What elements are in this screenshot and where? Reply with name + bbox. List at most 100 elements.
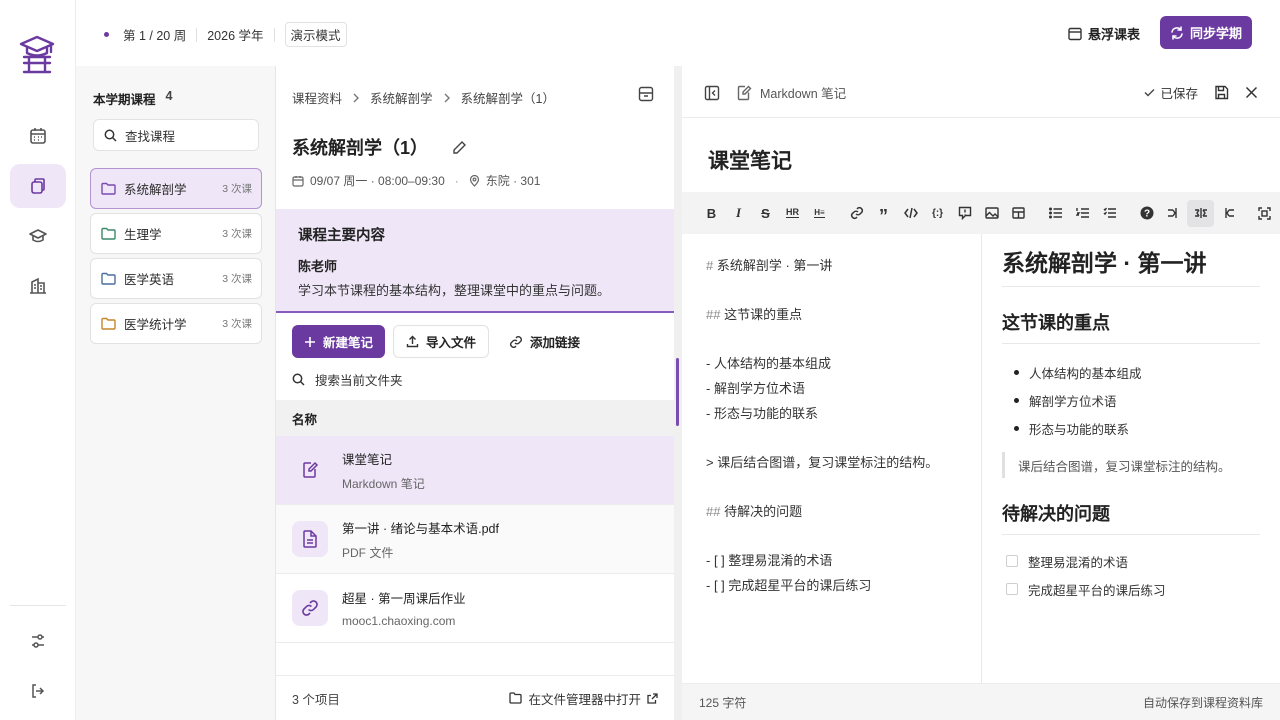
preview-only-view-icon[interactable] bbox=[1214, 200, 1241, 227]
logout-button[interactable] bbox=[10, 669, 66, 713]
document-icon bbox=[292, 521, 328, 557]
file-type: PDF 文件 bbox=[342, 545, 394, 560]
course-item-physiology[interactable]: 生理学 3 次课 bbox=[90, 213, 262, 254]
bold-icon[interactable]: B bbox=[698, 200, 725, 227]
note-title[interactable]: 课堂笔记 bbox=[708, 145, 792, 175]
list-item-text: 解剖学方位术语 bbox=[1029, 394, 1117, 409]
files-nav-button[interactable] bbox=[10, 164, 66, 208]
table-icon[interactable] bbox=[1005, 200, 1032, 227]
open-in-file-manager-link[interactable]: 在文件管理器中打开 bbox=[509, 689, 658, 708]
character-count: 125 字符 bbox=[699, 695, 747, 710]
calendar-nav-button[interactable] bbox=[10, 114, 66, 158]
collapse-sidebar-icon[interactable] bbox=[704, 85, 720, 101]
file-name: 超星 · 第一周课后作业 bbox=[342, 592, 466, 606]
link-icon[interactable] bbox=[843, 200, 870, 227]
task-text: 完成超星平台的课后练习 bbox=[1028, 583, 1166, 598]
building-nav-button[interactable] bbox=[10, 264, 66, 308]
course-sessions: 3 次课 bbox=[222, 318, 252, 330]
files-panel: 课程资料 系统解剖学 系统解剖学（1） 系统解剖学（1） 09/07 周一 · … bbox=[276, 66, 674, 720]
save-icon[interactable] bbox=[1214, 85, 1229, 100]
heading-icon[interactable]: HR bbox=[779, 200, 806, 227]
calendar-icon bbox=[292, 175, 304, 187]
files-footer: 3 个项目 在文件管理器中打开 bbox=[276, 675, 674, 720]
bullet-list-icon[interactable] bbox=[1042, 200, 1069, 227]
summary-heading: 课程主要内容 bbox=[298, 228, 385, 244]
open-in-file-manager-label: 在文件管理器中打开 bbox=[528, 692, 641, 707]
folder-search-input[interactable]: 搜索当前文件夹 bbox=[292, 370, 403, 389]
task-list-icon[interactable] bbox=[1096, 200, 1123, 227]
italic-icon[interactable]: I bbox=[725, 200, 752, 227]
source-line: ## 待解决的问题 bbox=[706, 503, 803, 519]
file-row[interactable]: 第一讲 · 绪论与基本术语.pdf PDF 文件 bbox=[276, 505, 674, 574]
courses-panel: 本学期课程 4 查找课程 系统解剖学 3 次课 生理学 3 次课 医学英语 3 … bbox=[76, 66, 276, 720]
help-icon[interactable]: ? bbox=[1133, 200, 1160, 227]
quote-icon[interactable]: ” bbox=[870, 200, 897, 227]
pencil-icon[interactable] bbox=[452, 140, 467, 155]
course-item-medical-english[interactable]: 医学英语 3 次课 bbox=[90, 258, 262, 299]
source-line: # 系统解剖学 · 第一讲 bbox=[706, 258, 833, 273]
file-type: mooc1.chaoxing.com bbox=[342, 614, 456, 628]
strikethrough-icon[interactable]: S bbox=[752, 200, 779, 227]
file-row[interactable]: 超星 · 第一周课后作业 mooc1.chaoxing.com bbox=[276, 574, 674, 643]
chevron-right-icon bbox=[443, 93, 451, 103]
course-name: 系统解剖学 bbox=[124, 183, 187, 197]
image-icon[interactable] bbox=[978, 200, 1005, 227]
search-icon bbox=[292, 373, 305, 386]
breadcrumb-item[interactable]: 系统解剖学（1） bbox=[461, 88, 555, 107]
course-item-medical-statistics[interactable]: 医学统计学 3 次课 bbox=[90, 303, 262, 344]
course-count: 4 bbox=[165, 89, 173, 103]
course-search-input[interactable]: 查找课程 bbox=[93, 119, 259, 151]
session-summary-card: 课程主要内容 陈老师 学习本节课程的基本结构，整理课堂中的重点与问题。 bbox=[276, 209, 674, 313]
folder-open-icon bbox=[509, 692, 523, 704]
course-name: 生理学 bbox=[124, 228, 162, 242]
new-note-button[interactable]: 新建笔记 bbox=[292, 325, 386, 358]
split-view-icon[interactable] bbox=[1187, 199, 1214, 227]
editor-status-bar: 125 字符 自动保存到课程资料库 bbox=[682, 683, 1280, 720]
breadcrumb-item[interactable]: 课程资料 bbox=[292, 88, 342, 107]
column-header-name[interactable]: 名称 bbox=[276, 400, 674, 436]
import-file-button[interactable]: 导入文件 bbox=[393, 325, 490, 358]
folder-search-placeholder: 搜索当前文件夹 bbox=[315, 374, 403, 388]
code-block-icon[interactable]: {:} bbox=[924, 200, 951, 227]
panel-resize-handle[interactable] bbox=[674, 66, 682, 720]
task-checkbox[interactable] bbox=[1006, 555, 1018, 567]
add-link-button[interactable]: 添加链接 bbox=[497, 325, 592, 358]
heading-smaller-icon[interactable]: H≡ bbox=[806, 200, 833, 227]
rail-divider bbox=[10, 605, 66, 606]
preview-blockquote: 课后结合图谱，复习课堂标注的结构。 bbox=[1002, 452, 1260, 478]
fullscreen-icon[interactable] bbox=[1251, 200, 1278, 227]
folder-icon bbox=[101, 227, 116, 240]
svg-text:?: ? bbox=[1143, 209, 1149, 220]
session-location: 东院 · 301 bbox=[485, 174, 541, 188]
comment-icon[interactable] bbox=[951, 200, 978, 227]
markdown-preview: 系统解剖学 · 第一讲 这节课的重点 人体结构的基本组成 解剖学方位术语 形态与… bbox=[1002, 234, 1260, 683]
document-type-label: Markdown 笔记 bbox=[760, 87, 847, 101]
sync-semester-label: 同步学期 bbox=[1189, 26, 1242, 41]
settings-sliders-button[interactable] bbox=[10, 619, 66, 663]
source-line bbox=[706, 426, 981, 451]
course-sessions: 3 次课 bbox=[222, 273, 252, 285]
editor-only-view-icon[interactable] bbox=[1160, 200, 1187, 227]
item-count: 3 个项目 bbox=[292, 692, 340, 707]
close-icon[interactable] bbox=[1245, 86, 1258, 99]
import-file-label: 导入文件 bbox=[426, 336, 477, 350]
plus-icon bbox=[304, 336, 316, 348]
archive-icon[interactable] bbox=[638, 86, 654, 102]
markdown-source-editor[interactable]: # 系统解剖学 · 第一讲 ## 这节课的重点 - 人体结构的基本组成 - 解剖学… bbox=[682, 234, 982, 683]
task-item: 整理易混淆的术语 bbox=[1002, 547, 1260, 575]
source-line: - 形态与功能的联系 bbox=[706, 405, 818, 421]
sync-semester-button[interactable]: 同步学期 bbox=[1160, 16, 1252, 49]
list-item: 形态与功能的联系 bbox=[1002, 414, 1260, 442]
list-item: 解剖学方位术语 bbox=[1002, 386, 1260, 414]
numbered-list-icon[interactable] bbox=[1069, 200, 1096, 227]
course-item-anatomy[interactable]: 系统解剖学 3 次课 bbox=[90, 168, 262, 209]
file-row[interactable]: 课堂笔记 Markdown 笔记 bbox=[276, 436, 674, 505]
list-item-text: 形态与功能的联系 bbox=[1029, 422, 1130, 437]
graduation-cap-nav-button[interactable] bbox=[10, 214, 66, 258]
source-line bbox=[706, 328, 981, 353]
code-icon[interactable] bbox=[897, 200, 924, 227]
autosave-status: 自动保存到课程资料库 bbox=[1142, 695, 1263, 710]
task-checkbox[interactable] bbox=[1006, 583, 1018, 595]
breadcrumb-item[interactable]: 系统解剖学 bbox=[370, 88, 433, 107]
floating-schedule-button[interactable]: 悬浮课表 bbox=[1068, 24, 1140, 43]
